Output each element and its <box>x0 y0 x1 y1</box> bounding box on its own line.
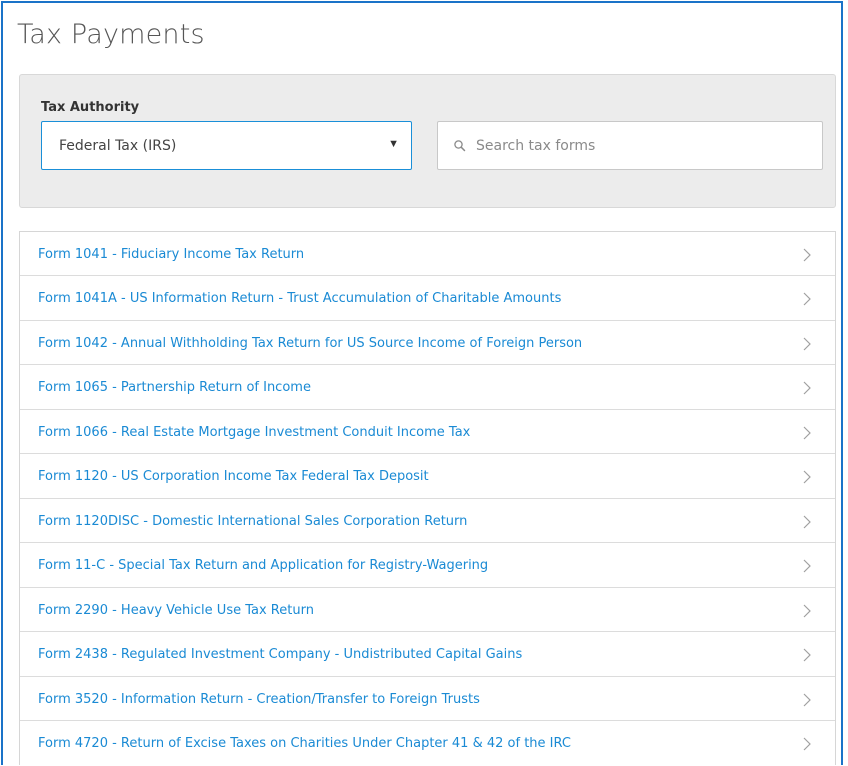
form-list-item[interactable]: Form 1041 - Fiduciary Income Tax Return <box>20 232 835 276</box>
form-link[interactable]: Form 1041A - US Information Return - Tru… <box>38 291 561 306</box>
form-list-item[interactable]: Form 1120 - US Corporation Income Tax Fe… <box>20 454 835 499</box>
form-link[interactable]: Form 1065 - Partnership Return of Income <box>38 380 311 395</box>
chevron-right-icon <box>803 604 811 617</box>
search-box[interactable] <box>437 121 823 170</box>
chevron-right-icon <box>803 648 811 662</box>
chevron-right-icon <box>803 470 811 484</box>
chevron-right-icon <box>803 693 811 706</box>
tax-authority-select[interactable]: Federal Tax (IRS) ▼ <box>41 121 412 170</box>
form-link[interactable]: Form 1120DISC - Domestic International S… <box>38 514 467 529</box>
form-list-item[interactable]: Form 2290 - Heavy Vehicle Use Tax Return <box>20 588 835 632</box>
form-link[interactable]: Form 1066 - Real Estate Mortgage Investm… <box>38 425 470 440</box>
filter-panel: Tax Authority Federal Tax (IRS) ▼ <box>19 74 836 208</box>
tax-authority-selected-value: Federal Tax (IRS) <box>59 138 177 154</box>
form-list-item[interactable]: Form 1042 - Annual Withholding Tax Retur… <box>20 321 835 365</box>
form-link[interactable]: Form 3520 - Information Return - Creatio… <box>38 692 480 707</box>
chevron-right-icon <box>803 381 811 395</box>
chevron-right-icon <box>803 337 811 350</box>
form-list-item[interactable]: Form 11-C - Special Tax Return and Appli… <box>20 543 835 588</box>
form-list-item[interactable]: Form 2438 - Regulated Investment Company… <box>20 632 835 677</box>
caret-down-icon: ▼ <box>388 138 399 150</box>
form-link[interactable]: Form 2290 - Heavy Vehicle Use Tax Return <box>38 603 314 618</box>
chevron-right-icon <box>803 559 811 573</box>
chevron-right-icon <box>803 737 811 751</box>
form-link[interactable]: Form 1042 - Annual Withholding Tax Retur… <box>38 336 582 351</box>
form-list-item[interactable]: Form 1120DISC - Domestic International S… <box>20 499 835 543</box>
form-link[interactable]: Form 1041 - Fiduciary Income Tax Return <box>38 247 304 262</box>
chevron-right-icon <box>803 248 811 262</box>
form-link[interactable]: Form 2438 - Regulated Investment Company… <box>38 647 522 662</box>
chevron-right-icon <box>803 426 811 439</box>
form-list-item[interactable]: Form 4720 - Return of Excise Taxes on Ch… <box>20 721 835 765</box>
search-input[interactable] <box>476 134 806 158</box>
search-icon <box>454 140 466 152</box>
page-frame: Tax Payments Tax Authority Federal Tax (… <box>1 1 843 765</box>
tax-form-list: Form 1041 - Fiduciary Income Tax Return … <box>19 231 836 765</box>
chevron-right-icon <box>803 515 811 528</box>
form-link[interactable]: Form 1120 - US Corporation Income Tax Fe… <box>38 469 429 484</box>
tax-authority-label: Tax Authority <box>41 100 140 115</box>
form-link[interactable]: Form 11-C - Special Tax Return and Appli… <box>38 558 488 573</box>
form-list-item[interactable]: Form 1065 - Partnership Return of Income <box>20 365 835 410</box>
page-title: Tax Payments <box>17 19 205 50</box>
form-list-item[interactable]: Form 3520 - Information Return - Creatio… <box>20 677 835 721</box>
form-link[interactable]: Form 4720 - Return of Excise Taxes on Ch… <box>38 736 571 751</box>
chevron-right-icon <box>803 292 811 306</box>
form-list-item[interactable]: Form 1066 - Real Estate Mortgage Investm… <box>20 410 835 454</box>
form-list-item[interactable]: Form 1041A - US Information Return - Tru… <box>20 276 835 321</box>
